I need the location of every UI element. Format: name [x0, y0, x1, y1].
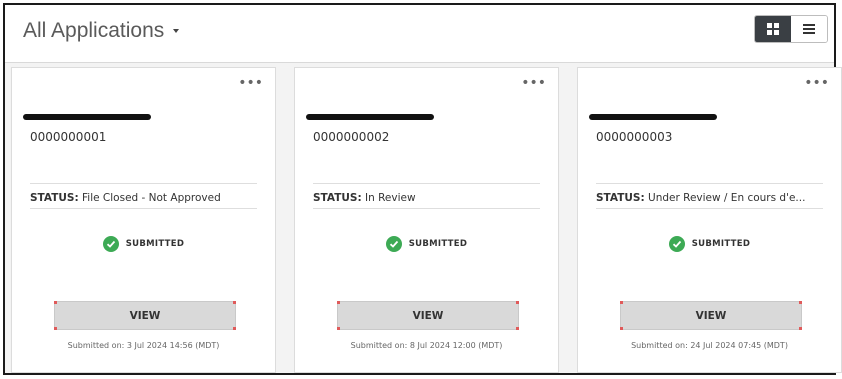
divider — [313, 208, 540, 209]
view-button-label: VIEW — [695, 309, 727, 322]
submitted-timestamp: Submitted on: 24 Jul 2024 07:45 (MDT) — [631, 341, 788, 350]
status-value: File Closed - Not Approved — [82, 192, 221, 204]
submitted-timestamp: Submitted on: 3 Jul 2024 14:56 (MDT) — [67, 341, 220, 350]
check-circle-icon — [102, 236, 119, 252]
caret-down-icon — [173, 29, 180, 33]
view-toggle — [754, 15, 828, 43]
submitted-label: SUBMITTED — [125, 239, 185, 249]
view-button[interactable]: VIEW — [54, 301, 236, 330]
status-line: STATUS: Under Review / En cours d'e... — [596, 192, 805, 204]
check-circle-icon — [668, 236, 685, 252]
submitted-label: SUBMITTED — [408, 239, 468, 249]
page-title: All Applications — [23, 19, 165, 42]
redacted-name — [23, 114, 151, 120]
divider — [30, 183, 257, 184]
more-options-icon[interactable]: ••• — [521, 76, 546, 90]
status-value: In Review — [365, 192, 416, 204]
application-card: ••• 0000000003 STATUS: Under Review / En… — [577, 67, 842, 373]
grid-view-icon — [767, 23, 779, 35]
list-view-button[interactable] — [791, 16, 827, 42]
view-button[interactable]: VIEW — [337, 301, 519, 330]
list-view-icon — [803, 24, 815, 34]
divider — [30, 208, 257, 209]
check-circle-icon — [385, 236, 402, 252]
application-number: 0000000002 — [313, 130, 390, 144]
application-number: 0000000003 — [596, 130, 673, 144]
submitted-badge: SUBMITTED — [12, 236, 275, 252]
grid-view-button[interactable] — [755, 16, 791, 42]
submitted-timestamp: Submitted on: 8 Jul 2024 12:00 (MDT) — [350, 341, 503, 350]
divider — [313, 183, 540, 184]
status-line: STATUS: In Review — [313, 192, 416, 204]
status-label: STATUS: — [313, 192, 362, 204]
divider — [596, 183, 823, 184]
divider — [596, 208, 823, 209]
status-label: STATUS: — [596, 192, 645, 204]
status-line: STATUS: File Closed - Not Approved — [30, 192, 221, 204]
application-number: 0000000001 — [30, 130, 107, 144]
applications-filter-dropdown[interactable]: All Applications — [23, 19, 180, 43]
applications-panel: All Applications ••• 0000000001 STATUS: … — [3, 3, 842, 375]
redacted-name — [306, 114, 434, 120]
view-button[interactable]: VIEW — [620, 301, 802, 330]
redacted-name — [589, 114, 717, 120]
submitted-badge: SUBMITTED — [578, 236, 841, 252]
view-button-label: VIEW — [129, 309, 161, 322]
status-label: STATUS: — [30, 192, 79, 204]
submitted-badge: SUBMITTED — [295, 236, 558, 252]
application-card: ••• 0000000001 STATUS: File Closed - Not… — [11, 67, 276, 373]
page-header: All Applications — [5, 5, 834, 63]
view-button-label: VIEW — [412, 309, 444, 322]
more-options-icon[interactable]: ••• — [238, 76, 263, 90]
application-card: ••• 0000000002 STATUS: In Review SUBMITT… — [294, 67, 559, 373]
submitted-label: SUBMITTED — [691, 239, 751, 249]
status-value: Under Review / En cours d'e... — [648, 192, 806, 204]
more-options-icon[interactable]: ••• — [804, 76, 829, 90]
